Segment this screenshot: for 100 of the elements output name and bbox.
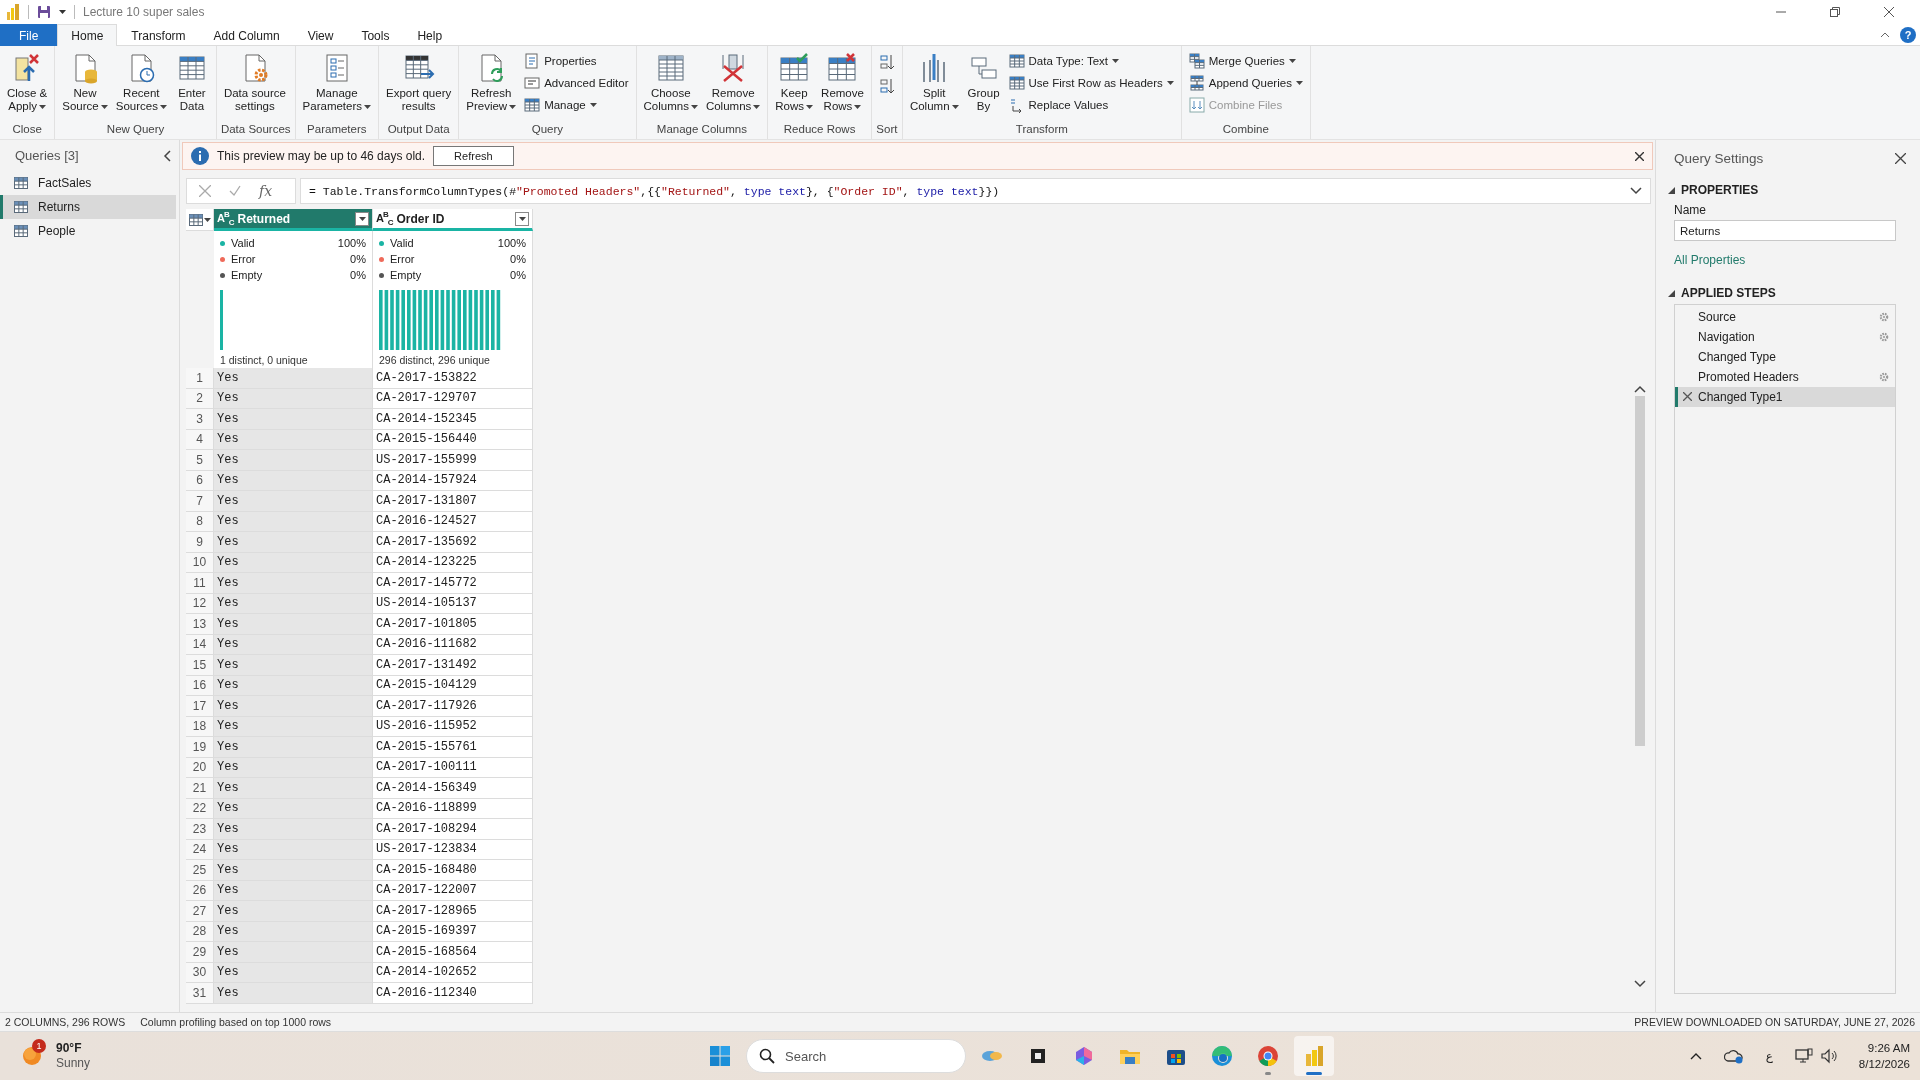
ribbon-button[interactable]: Data source settings: [220, 50, 289, 115]
ribbon-button[interactable]: Refresh Preview: [463, 50, 520, 115]
ribbon-button[interactable]: Close & Apply: [4, 50, 51, 115]
caret-icon: [1112, 59, 1120, 63]
speaker-icon[interactable]: [1820, 1048, 1837, 1064]
close-icon[interactable]: [1635, 151, 1644, 161]
all-properties-link[interactable]: All Properties: [1674, 253, 1746, 267]
search-field[interactable]: Search: [746, 1039, 966, 1073]
table-cell: Yes: [214, 983, 373, 1004]
step-item[interactable]: Changed Type1: [1675, 387, 1895, 407]
help-button[interactable]: ?: [1900, 26, 1916, 43]
ribbon-button[interactable]: Replace Values: [1005, 95, 1177, 115]
chevron-up-icon[interactable]: [1880, 31, 1890, 38]
ribbon-button[interactable]: Split Column: [906, 50, 962, 115]
delete-icon[interactable]: [1683, 392, 1692, 401]
table-cell: Yes: [214, 511, 373, 532]
ribbon-button[interactable]: Data Type: Text: [1005, 51, 1177, 71]
step-item[interactable]: Promoted Headers: [1675, 367, 1895, 387]
step-item[interactable]: Source: [1675, 307, 1895, 327]
ribbon-tab[interactable]: Add Column: [199, 24, 294, 46]
formula-field[interactable]: = Table.TransformColumnTypes(#"Promoted Headers",{{"Returned", type text}, {"Order ID", type text}}): [300, 178, 1651, 204]
ribbon-button[interactable]: Properties: [521, 51, 632, 71]
scrollbar-thumb[interactable]: [1635, 396, 1645, 746]
column-header[interactable]: A$^{B}$$_{C}$ Returned: [214, 209, 373, 231]
query-item[interactable]: People: [0, 219, 176, 243]
group-label: Sort: [875, 122, 898, 137]
ribbon-tab[interactable]: View: [293, 24, 348, 46]
ribbon-tab[interactable]: Home: [57, 24, 118, 47]
ribbon-tab[interactable]: Tools: [347, 24, 404, 46]
name-field[interactable]: Returns: [1674, 220, 1896, 241]
table-cell: Yes: [214, 614, 373, 635]
ribbon-button[interactable]: Merge Queries: [1185, 51, 1306, 71]
field-label: Name: [1674, 203, 1707, 217]
chevron-down-icon[interactable]: [1630, 187, 1642, 195]
column-name: Returned: [237, 211, 292, 226]
query-item[interactable]: FactSales: [0, 171, 176, 195]
table-cell: Yes: [214, 757, 373, 778]
fx-button[interactable]: fx: [259, 183, 273, 199]
table-cell: Yes: [214, 860, 373, 881]
language-indicator[interactable]: ع: [1765, 1049, 1773, 1063]
table-cell: CA-2016-118899: [373, 798, 533, 819]
gear-icon[interactable]: [1879, 372, 1889, 382]
step-item[interactable]: Changed Type: [1675, 347, 1895, 367]
pane-title: Queries [3]: [15, 148, 79, 163]
table-cell: CA-2015-168564: [373, 942, 533, 963]
combine-icon: [1188, 97, 1205, 113]
ribbon-button[interactable]: Enter Data: [171, 50, 212, 115]
ribbon-button[interactable]: Manage: [521, 95, 632, 115]
ribbon-tab[interactable]: Transform: [117, 24, 200, 46]
cloud-icon[interactable]: [1723, 1048, 1744, 1064]
collapse-icon[interactable]: [1668, 186, 1675, 194]
ribbon-button[interactable]: Remove Rows: [818, 50, 867, 115]
row-number: 1: [186, 368, 214, 389]
ribbon-button[interactable]: Choose Columns: [640, 50, 701, 115]
info-icon: [191, 147, 209, 165]
table-cell: Yes: [214, 675, 373, 696]
row-number: 22: [186, 798, 214, 819]
chevron-left-icon[interactable]: [163, 149, 171, 162]
table-cell: Yes: [214, 819, 373, 840]
ribbon-button[interactable]: Append Queries: [1185, 73, 1306, 93]
check-icon[interactable]: [229, 185, 241, 197]
ribbon-button[interactable]: Export query results: [383, 50, 455, 115]
ribbon-button[interactable]: Advanced Editor: [521, 73, 632, 93]
ribbon-button[interactable]: Remove Columns: [702, 50, 764, 115]
quality-value: 0%: [510, 269, 526, 281]
caret-icon: [159, 104, 167, 109]
weather-condition: Sunny: [56, 1056, 91, 1071]
table-cell: Yes: [214, 470, 373, 491]
collapse-icon[interactable]: [1668, 289, 1675, 297]
row-number: 8: [186, 511, 214, 532]
scroll-down-icon[interactable]: [1634, 980, 1646, 988]
section-heading: PROPERTIES: [1681, 183, 1759, 197]
table-cell: CA-2017-122007: [373, 880, 533, 901]
ribbon-button[interactable]: Manage Parameters: [299, 50, 375, 115]
sort-ascending-icon: [878, 54, 895, 70]
step-item[interactable]: Navigation: [1675, 327, 1895, 347]
column-header[interactable]: A$^{B}$$_{C}$ Order ID: [373, 209, 533, 231]
chevron-up-icon[interactable]: [1689, 1052, 1702, 1060]
close-icon: [1884, 7, 1894, 17]
ribbon-button[interactable]: New Source: [59, 50, 111, 115]
network-icon[interactable]: [1794, 1048, 1813, 1064]
table-menu-button[interactable]: [186, 209, 214, 231]
ribbon-button[interactable]: Group By: [963, 50, 1004, 115]
refresh-button[interactable]: Refresh: [433, 146, 514, 166]
ribbon-button[interactable]: Keep Rows: [772, 50, 817, 115]
ribbon-tab[interactable]: Help: [403, 24, 457, 46]
scroll-up-icon[interactable]: [1634, 385, 1646, 393]
filter-button[interactable]: [515, 211, 529, 226]
window-title: Lecture 10 super sales: [83, 5, 205, 19]
table-icon: [14, 225, 28, 237]
info-message: This preview may be up to 46 days old.: [217, 149, 426, 163]
ribbon-tab[interactable]: File: [0, 24, 58, 46]
ribbon-button[interactable]: Use First Row as Headers: [1005, 73, 1177, 93]
filter-button[interactable]: [355, 211, 369, 226]
ribbon-button[interactable]: Recent Sources: [112, 50, 170, 115]
row-number: 28: [186, 921, 214, 942]
query-item[interactable]: Returns: [0, 195, 176, 219]
quality-value: 100%: [497, 237, 526, 249]
table-cell: CA-2017-131492: [373, 655, 533, 676]
close-icon[interactable]: [1895, 152, 1906, 164]
